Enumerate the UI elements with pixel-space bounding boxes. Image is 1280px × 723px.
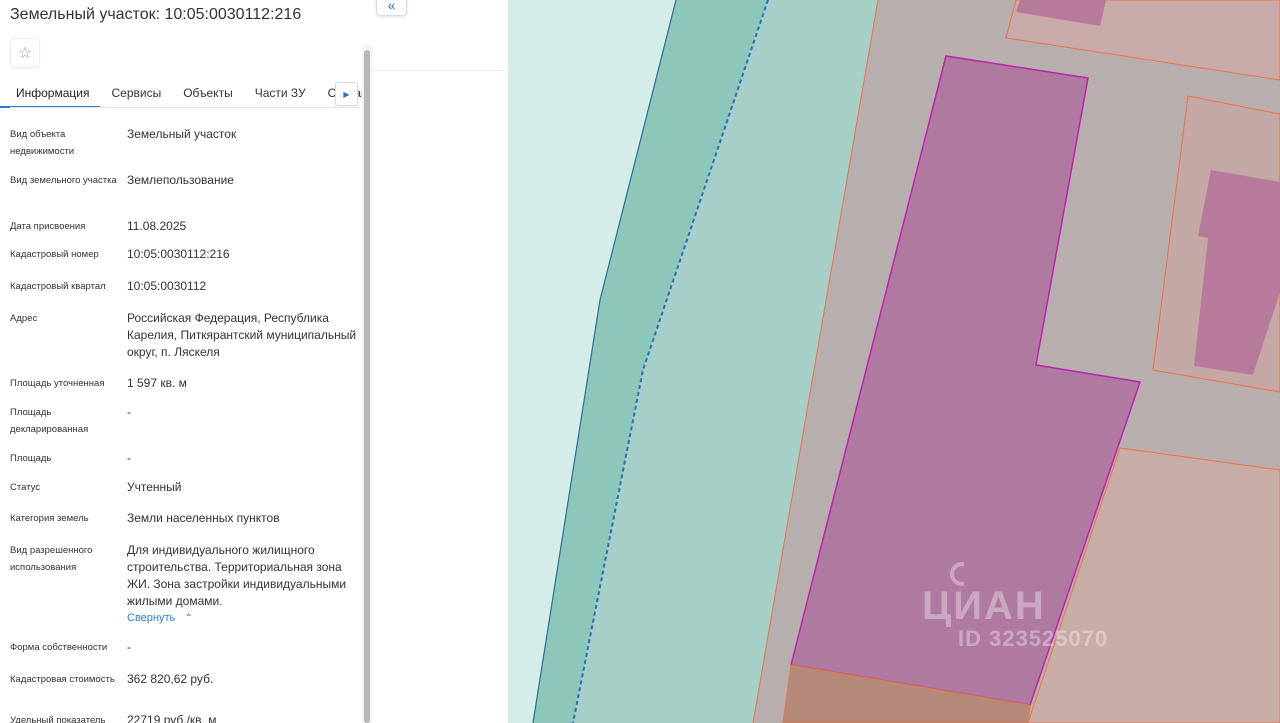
scrollbar-thumb[interactable] <box>364 50 370 723</box>
triangle-right-icon: ▶ <box>343 89 350 99</box>
row-value: Землепользование <box>127 173 234 187</box>
panel-gap <box>372 0 508 723</box>
cadastral-map[interactable] <box>508 0 1280 723</box>
row-label: Статус <box>10 482 41 493</box>
row-value: 22719 руб./кв. м <box>127 713 217 723</box>
row-value: 1 597 кв. м <box>127 376 187 390</box>
collapse-link[interactable]: Свернуть ⌃ <box>127 610 357 627</box>
row-label: Площадь <box>10 453 52 464</box>
row-value: Земельный участок <box>127 127 237 141</box>
row-value: 362 820,62 руб. <box>127 672 214 686</box>
app-window: Земельный участок: 10:05:0030112:216 ☆ И… <box>0 0 1280 723</box>
row-label: Кадастровый квартал <box>10 281 106 292</box>
collapse-panel-button[interactable]: « <box>376 0 407 16</box>
row-value: 10:05:0030112 <box>127 279 207 293</box>
watermark-id: ID 323525070 <box>958 626 1109 651</box>
row-label: Форма собственности <box>10 642 108 653</box>
row-label: Адрес <box>10 313 38 324</box>
tabs-divider <box>10 107 358 108</box>
tab-parts[interactable]: Части ЗУ <box>244 78 317 108</box>
tab-objects[interactable]: Объекты <box>172 78 244 108</box>
page-title: Земельный участок: 10:05:0030112:216 <box>10 6 302 23</box>
row-label: Кадастровая стоимость <box>10 674 115 685</box>
watermark-logo: ЦИАН <box>922 584 1046 628</box>
tab-info[interactable]: Информация <box>0 78 101 108</box>
row-value: 11.08.2025 <box>127 219 187 233</box>
info-panel: Земельный участок: 10:05:0030112:216 ☆ И… <box>0 0 372 723</box>
row-label: Площадь декларированная <box>10 407 89 435</box>
tab-services[interactable]: Сервисы <box>100 78 172 108</box>
row-value: Российская Федерация, Республика Карелия… <box>127 311 357 359</box>
map-canvas <box>508 0 1280 723</box>
watermark: ЦИАН ID 323525070 <box>922 560 1152 660</box>
star-outline-icon: ☆ <box>17 45 33 62</box>
row-value: Земли населенных пунктов <box>127 511 280 525</box>
row-label: Вид земельного участка <box>10 175 117 186</box>
tabs-next-button[interactable]: ▶ <box>335 82 358 106</box>
tab-bar: Информация Сервисы Объекты Части ЗУ Сост… <box>0 78 362 108</box>
chevron-up-icon: ⌃ <box>184 613 193 624</box>
row-label: Вид объекта недвижимости <box>10 129 75 157</box>
row-label: Площадь уточненная <box>10 378 105 389</box>
favorite-button[interactable]: ☆ <box>10 38 40 68</box>
row-label: Дата присвоения <box>10 221 86 232</box>
row-label: Категория земель <box>10 513 89 524</box>
row-label: Удельный показатель <box>10 715 106 723</box>
row-value: Для индивидуального жилищного строительс… <box>127 543 347 608</box>
double-chevron-left-icon: « <box>387 0 396 13</box>
row-label: Вид разрешенного использования <box>10 545 93 573</box>
row-label: Кадастровый номер <box>10 249 99 260</box>
row-value: Учтенный <box>127 480 182 494</box>
row-value: - <box>127 640 131 654</box>
gap-divider <box>372 70 508 71</box>
collapse-link-label: Свернуть <box>127 612 176 624</box>
row-value: - <box>127 451 131 465</box>
row-value: 10:05:0030112:216 <box>127 247 230 261</box>
row-value: - <box>127 405 131 419</box>
